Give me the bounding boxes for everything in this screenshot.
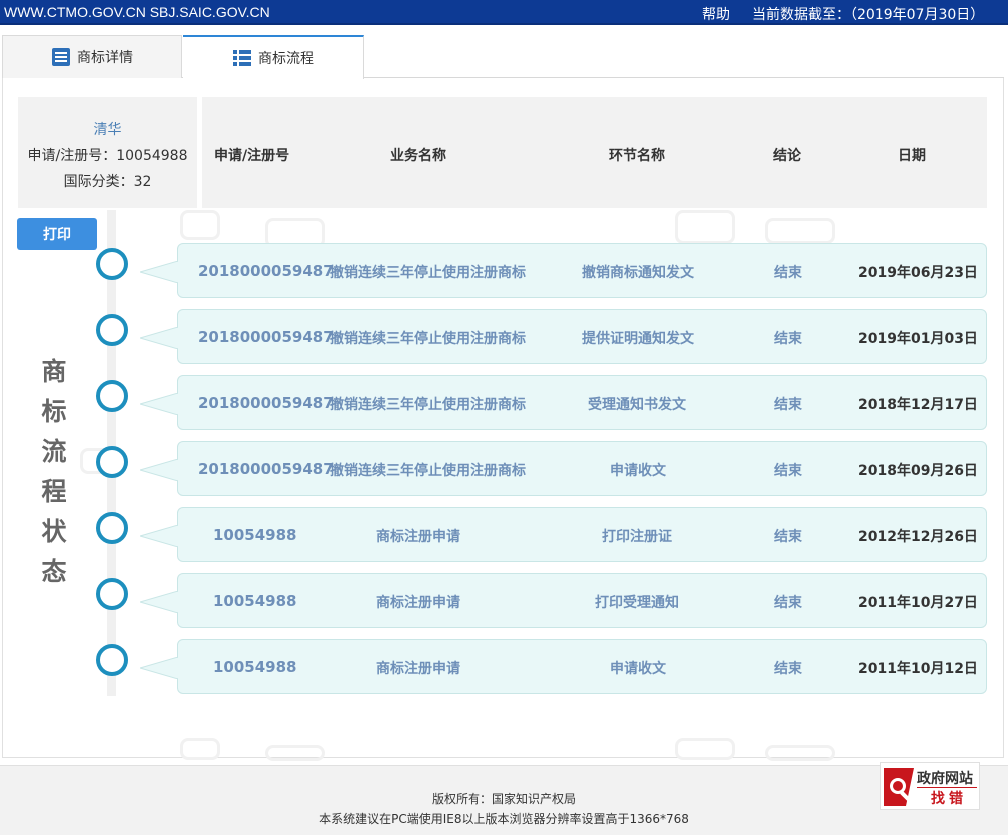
table-row: 2018000059487 撤销连续三年停止使用注册商标 申请收文 结束 201… <box>140 441 987 496</box>
help-link[interactable]: 帮助 <box>702 4 730 24</box>
row-business: 撤销连续三年停止使用注册商标 <box>330 463 526 479</box>
tab-label: 商标流程 <box>258 51 314 67</box>
callout-arrow <box>140 459 178 481</box>
callout-arrow <box>140 261 178 283</box>
row-step: 申请收文 <box>610 463 666 479</box>
trademark-summary: 清华 申请/注册号：10054988 国际分类：32 <box>18 97 197 208</box>
row-step: 打印注册证 <box>602 529 672 545</box>
row-result: 结束 <box>774 265 802 281</box>
timeline-node <box>96 248 128 280</box>
browser-note: 本系统建议在PC端使用IE8以上版本浏览器分辨率设置高于1366*768 <box>319 812 689 826</box>
row-business: 商标注册申请 <box>376 529 460 545</box>
header-business: 业务名称 <box>390 148 446 164</box>
row-result: 结束 <box>774 331 802 347</box>
row-date: 2018年09月26日 <box>858 463 978 479</box>
row-business: 商标注册申请 <box>376 595 460 611</box>
row-result: 结束 <box>774 463 802 479</box>
timeline-node <box>96 644 128 676</box>
row-business: 撤销连续三年停止使用注册商标 <box>330 397 526 413</box>
header-result: 结论 <box>773 148 801 164</box>
row-business: 撤销连续三年停止使用注册商标 <box>330 265 526 281</box>
watermark <box>180 738 220 760</box>
table-row: 2018000059487 撤销连续三年停止使用注册商标 提供证明通知发文 结束… <box>140 309 987 364</box>
process-status-label: 商 标 流 程 状 态 <box>38 352 70 592</box>
tab-trademark-details[interactable]: 商标详情 <box>2 35 182 78</box>
side-label-char: 标 <box>41 397 67 426</box>
table-header: 申请/注册号 业务名称 环节名称 结论 日期 <box>202 97 987 208</box>
report-error-badge[interactable]: 政府网站 找错 <box>880 762 980 810</box>
tab-label: 商标详情 <box>77 50 133 66</box>
row-date: 2011年10月12日 <box>858 661 978 677</box>
badge-title: 政府网站 <box>917 771 973 787</box>
table-row: 2018000059487 撤销连续三年停止使用注册商标 撤销商标通知发文 结束… <box>140 243 987 298</box>
side-label-char: 状 <box>41 517 67 546</box>
timeline-node <box>96 380 128 412</box>
row-date: 2012年12月26日 <box>858 529 978 545</box>
side-label-char: 程 <box>41 477 67 506</box>
watermark <box>180 210 220 240</box>
badge-action: 找错 <box>931 791 967 807</box>
row-step: 申请收文 <box>610 661 666 677</box>
row-business: 撤销连续三年停止使用注册商标 <box>330 331 526 347</box>
tab-bar: 商标详情 商标流程 <box>2 35 1004 79</box>
header-date: 日期 <box>898 148 926 164</box>
row-reg-no[interactable]: 2018000059487 <box>198 328 334 346</box>
data-as-of: 当前数据截至：（2019年07月30日） <box>752 7 985 23</box>
side-label-char: 态 <box>41 557 67 586</box>
watermark <box>265 745 325 761</box>
callout-arrow <box>140 525 178 547</box>
site-domains: WWW.CTMO.GOV.CN SBJ.SAIC.GOV.CN <box>4 4 270 20</box>
side-label-char: 流 <box>41 437 67 466</box>
list-icon <box>233 50 251 66</box>
row-result: 结束 <box>774 397 802 413</box>
table-row: 10054988 商标注册申请 打印注册证 结束 2012年12月26日 <box>140 507 987 562</box>
row-result: 结束 <box>774 529 802 545</box>
row-step: 撤销商标通知发文 <box>582 265 694 281</box>
callout-arrow <box>140 657 178 679</box>
row-reg-no[interactable]: 10054988 <box>213 526 297 544</box>
timeline-node <box>96 446 128 478</box>
footer: 版权所有：国家知识产权局 本系统建议在PC端使用IE8以上版本浏览器分辨率设置高… <box>0 765 1008 835</box>
top-bar: WWW.CTMO.GOV.CN SBJ.SAIC.GOV.CN 帮助 当前数据截… <box>0 0 1008 25</box>
row-step: 受理通知书发文 <box>588 397 686 413</box>
international-class: 国际分类：32 <box>63 174 152 190</box>
row-reg-no[interactable]: 2018000059487 <box>198 262 334 280</box>
header-step: 环节名称 <box>609 148 665 164</box>
timeline-node <box>96 314 128 346</box>
header-reg-no: 申请/注册号 <box>214 148 290 164</box>
watermark <box>675 738 735 760</box>
row-result: 结束 <box>774 661 802 677</box>
watermark <box>765 218 835 244</box>
callout-arrow <box>140 327 178 349</box>
timeline-node <box>96 512 128 544</box>
row-business: 商标注册申请 <box>376 661 460 677</box>
registration-number: 申请/注册号：10054988 <box>27 148 188 164</box>
table-row: 10054988 商标注册申请 打印受理通知 结束 2011年10月27日 <box>140 573 987 628</box>
row-step: 提供证明通知发文 <box>582 331 694 347</box>
row-result: 结束 <box>774 595 802 611</box>
tab-trademark-process[interactable]: 商标流程 <box>183 35 364 79</box>
row-reg-no[interactable]: 10054988 <box>213 658 297 676</box>
copyright-text: 版权所有：国家知识产权局 <box>431 792 576 806</box>
trademark-name: 清华 <box>93 122 122 138</box>
watermark <box>675 210 735 244</box>
table-row: 10054988 商标注册申请 申请收文 结束 2011年10月12日 <box>140 639 987 694</box>
print-button[interactable]: 打印 <box>17 218 97 250</box>
document-list-icon <box>52 48 70 66</box>
row-date: 2019年06月23日 <box>858 265 978 281</box>
side-label-char: 商 <box>41 357 67 386</box>
row-reg-no[interactable]: 2018000059487 <box>198 394 334 412</box>
callout-arrow <box>140 393 178 415</box>
magnifier-icon <box>884 768 914 806</box>
row-reg-no[interactable]: 10054988 <box>213 592 297 610</box>
row-date: 2011年10月27日 <box>858 595 978 611</box>
row-date: 2018年12月17日 <box>858 397 978 413</box>
row-reg-no[interactable]: 2018000059487 <box>198 460 334 478</box>
timeline-node <box>96 578 128 610</box>
table-row: 2018000059487 撤销连续三年停止使用注册商标 受理通知书发文 结束 … <box>140 375 987 430</box>
row-step: 打印受理通知 <box>595 595 679 611</box>
watermark <box>765 745 835 761</box>
callout-arrow <box>140 591 178 613</box>
row-date: 2019年01月03日 <box>858 331 978 347</box>
